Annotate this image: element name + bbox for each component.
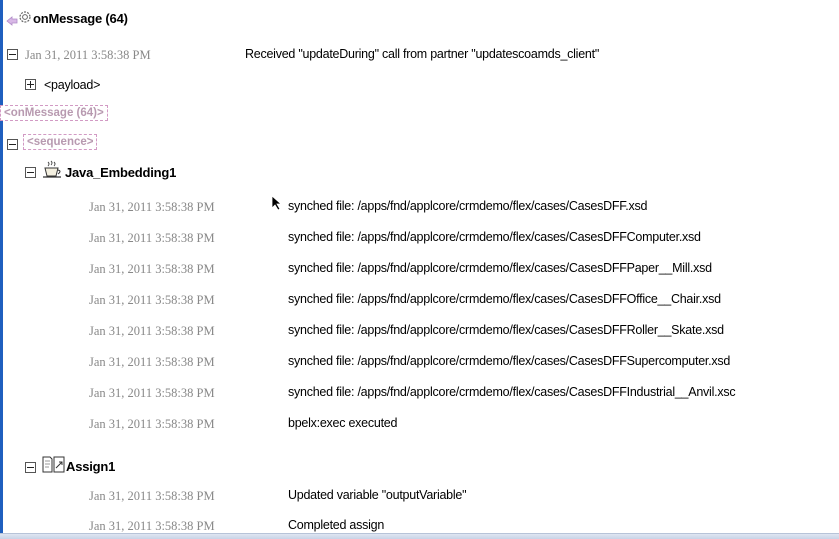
log-message: Updated variable "outputVariable" <box>288 488 467 502</box>
left-border <box>0 0 3 539</box>
log-message: Completed assign <box>288 518 385 532</box>
timestamp: Jan 31, 2011 3:58:38 PM <box>89 519 215 533</box>
horizontal-scrollbar[interactable] <box>0 533 839 539</box>
expand-toggle[interactable] <box>25 79 36 90</box>
assign-title[interactable]: Assign1 <box>66 459 115 474</box>
payload-node[interactable]: <payload> <box>44 78 100 92</box>
onmessage-tag: <onMessage (64)> <box>0 105 108 121</box>
timestamp: Jan 31, 2011 3:58:38 PM <box>89 231 215 245</box>
timestamp: Jan 31, 2011 3:58:38 PM <box>89 489 215 503</box>
log-message: synched file: /apps/fnd/applcore/crmdemo… <box>288 385 736 399</box>
timestamp: Jan 31, 2011 3:58:38 PM <box>89 200 215 214</box>
timestamp: Jan 31, 2011 3:58:38 PM <box>89 324 215 338</box>
log-message: synched file: /apps/fnd/applcore/crmdemo… <box>288 354 731 368</box>
timestamp: Jan 31, 2011 3:58:38 PM <box>89 417 215 431</box>
log-message: synched file: /apps/fnd/applcore/crmdemo… <box>288 230 701 244</box>
timestamp: Jan 31, 2011 3:58:38 PM <box>89 386 215 400</box>
timestamp: Jan 31, 2011 3:58:38 PM <box>89 355 215 369</box>
arrow-icon <box>6 13 18 31</box>
coffee-cup-icon <box>42 160 64 185</box>
log-message: synched file: /apps/fnd/applcore/crmdemo… <box>288 199 648 213</box>
collapse-toggle[interactable] <box>25 462 36 473</box>
gear-icon <box>18 10 32 29</box>
assign-icon <box>42 456 66 479</box>
collapse-toggle[interactable] <box>25 167 36 178</box>
log-message: bpelx:exec executed <box>288 416 398 430</box>
collapse-toggle[interactable] <box>7 139 18 150</box>
collapse-toggle[interactable] <box>7 49 18 60</box>
log-message: synched file: /apps/fnd/applcore/crmdemo… <box>288 292 721 306</box>
log-message: synched file: /apps/fnd/applcore/crmdemo… <box>288 261 712 275</box>
log-message: synched file: /apps/fnd/applcore/crmdemo… <box>288 323 724 337</box>
timestamp: Jan 31, 2011 3:58:38 PM <box>25 48 151 62</box>
java-embedding-title[interactable]: Java_Embedding1 <box>65 165 176 180</box>
log-message: Received "updateDuring" call from partne… <box>245 47 600 61</box>
timestamp: Jan 31, 2011 3:58:38 PM <box>89 293 215 307</box>
mouse-pointer-icon <box>271 195 283 216</box>
sequence-tag: <sequence> <box>23 134 98 150</box>
timestamp: Jan 31, 2011 3:58:38 PM <box>89 262 215 276</box>
page-title: onMessage (64) <box>33 11 128 26</box>
